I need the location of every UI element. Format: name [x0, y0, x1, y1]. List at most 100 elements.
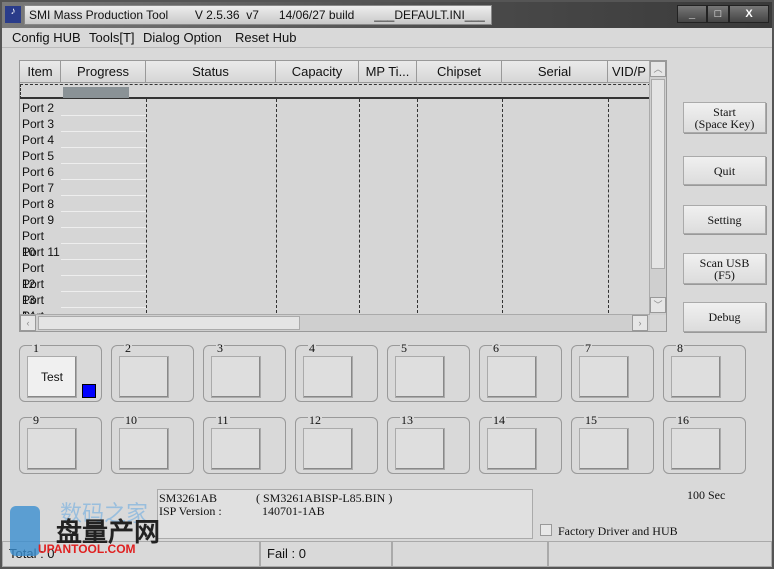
table-row[interactable]: Port 8 [20, 196, 60, 212]
port-button[interactable] [211, 428, 261, 470]
port-slot: 1 Test [19, 341, 102, 402]
port-test-button[interactable]: Test [27, 356, 77, 398]
port-button[interactable] [395, 428, 445, 470]
progress-cell [61, 148, 146, 164]
setting-button[interactable]: Setting [683, 205, 766, 234]
port-button[interactable] [487, 428, 537, 470]
status-cell-3 [392, 541, 548, 567]
port-button[interactable] [671, 356, 721, 398]
port-button[interactable] [303, 356, 353, 398]
progress-cell [61, 228, 146, 244]
close-button[interactable]: X [729, 5, 769, 23]
column-header[interactable]: Capacity [276, 61, 359, 83]
menu-reset-hub[interactable]: Reset Hub [235, 30, 296, 45]
scroll-left-icon[interactable]: ‹ [20, 315, 36, 331]
window-title: SMI Mass Production Tool V 2.5.36 v7 14/… [24, 5, 492, 25]
scroll-thumb[interactable] [651, 79, 665, 269]
port-button[interactable] [579, 428, 629, 470]
status-cell-4 [548, 541, 772, 567]
progress-cell [61, 212, 146, 228]
port-number: 4 [308, 341, 316, 356]
app-icon: ♪ [5, 6, 21, 23]
progress-cell [61, 180, 146, 196]
port-slot: 5 [387, 341, 470, 402]
table-row[interactable]: Port 10 [20, 228, 60, 259]
progress-bar [63, 87, 129, 98]
menu-dialog-option[interactable]: Dialog Option [143, 30, 222, 45]
port-number: 13 [400, 413, 414, 428]
port-number: 3 [216, 341, 224, 356]
scan-usb-button[interactable]: Scan USB (F5) [683, 253, 766, 284]
port-number: 5 [400, 341, 408, 356]
port-number: 6 [492, 341, 500, 356]
table-row[interactable]: Port 3 [20, 116, 60, 132]
port-slot: 3 [203, 341, 286, 402]
column-header[interactable]: Item [20, 61, 61, 83]
main-window: ♪ SMI Mass Production Tool V 2.5.36 v7 1… [0, 0, 774, 569]
table-row[interactable]: Port 14 [20, 292, 60, 323]
table-row[interactable]: Port 12 [20, 260, 60, 291]
column-header[interactable]: VID/P [608, 61, 651, 83]
scroll-down-icon[interactable]: ﹀ [650, 297, 666, 313]
table-row[interactable]: Port 7 [20, 180, 60, 196]
table-row[interactable]: Port 11 [20, 244, 60, 260]
quit-button[interactable]: Quit [683, 156, 766, 185]
port-number: 1 [32, 341, 40, 356]
status-fail: Fail : 0 [260, 541, 392, 567]
port-button[interactable] [119, 356, 169, 398]
start-label: Start [713, 104, 736, 119]
column-header[interactable]: Serial [502, 61, 608, 83]
progress-cell [61, 100, 146, 116]
menu-bar: Config HUB Tools[T] Dialog Option Reset … [2, 28, 772, 48]
port-number: 14 [492, 413, 506, 428]
menu-tools[interactable]: Tools[T] [89, 30, 135, 45]
progress-cell [61, 292, 146, 308]
scroll-right-icon[interactable]: › [632, 315, 648, 331]
table-row[interactable]: Port 13 [20, 276, 60, 307]
port-slot: 7 [571, 341, 654, 402]
port-button[interactable] [27, 428, 77, 470]
start-button[interactable]: Start (Space Key) [683, 102, 766, 133]
table-row[interactable]: Port 5 [20, 148, 60, 164]
debug-button[interactable]: Debug [683, 302, 766, 332]
column-header[interactable]: Progress [61, 61, 146, 83]
scan-label: Scan USB [699, 255, 750, 270]
menu-config-hub[interactable]: Config HUB [12, 30, 81, 45]
horizontal-scrollbar[interactable]: ‹ › [20, 314, 650, 331]
timer-label: 100 Sec [687, 488, 726, 502]
maximize-button[interactable]: □ [707, 5, 729, 23]
progress-cell [61, 260, 146, 276]
table-row[interactable]: Port 2 [20, 100, 60, 116]
port-button[interactable] [119, 428, 169, 470]
table-row[interactable]: Port 6 [20, 164, 60, 180]
factory-driver-checkbox[interactable] [540, 524, 552, 536]
progress-cell [61, 164, 146, 180]
column-header[interactable]: Chipset [417, 61, 502, 83]
table-row[interactable] [20, 84, 60, 100]
progress-cell [61, 132, 146, 148]
scan-sublabel: (F5) [714, 267, 735, 282]
table-row[interactable]: Port 9 [20, 212, 60, 228]
vertical-scrollbar[interactable]: ︿ ﹀ [649, 61, 666, 315]
port-table: Item Progress Status Capacity MP Ti... Chipse… [19, 60, 667, 332]
port-button[interactable] [579, 356, 629, 398]
port-number: 11 [216, 413, 230, 428]
port-button[interactable] [303, 428, 353, 470]
port-button[interactable] [487, 356, 537, 398]
port-status-indicator [82, 384, 96, 398]
column-header[interactable]: Status [146, 61, 276, 83]
port-button[interactable] [671, 428, 721, 470]
scroll-up-icon[interactable]: ︿ [650, 61, 666, 77]
progress-cell [61, 196, 146, 212]
hscroll-thumb[interactable] [38, 316, 300, 330]
minimize-button[interactable]: _ [677, 5, 707, 23]
port-button[interactable] [211, 356, 261, 398]
column-divider [502, 99, 503, 313]
firmware-info-panel: SM3261AB ( SM3261ABISP-L85.BIN ) ISP Ver… [157, 489, 533, 539]
table-row[interactable]: Port 4 [20, 132, 60, 148]
column-header[interactable]: MP Ti... [359, 61, 417, 83]
port-number: 15 [584, 413, 598, 428]
port-slot: 16 [663, 413, 746, 474]
port-button[interactable] [395, 356, 445, 398]
port-slot: 2 [111, 341, 194, 402]
